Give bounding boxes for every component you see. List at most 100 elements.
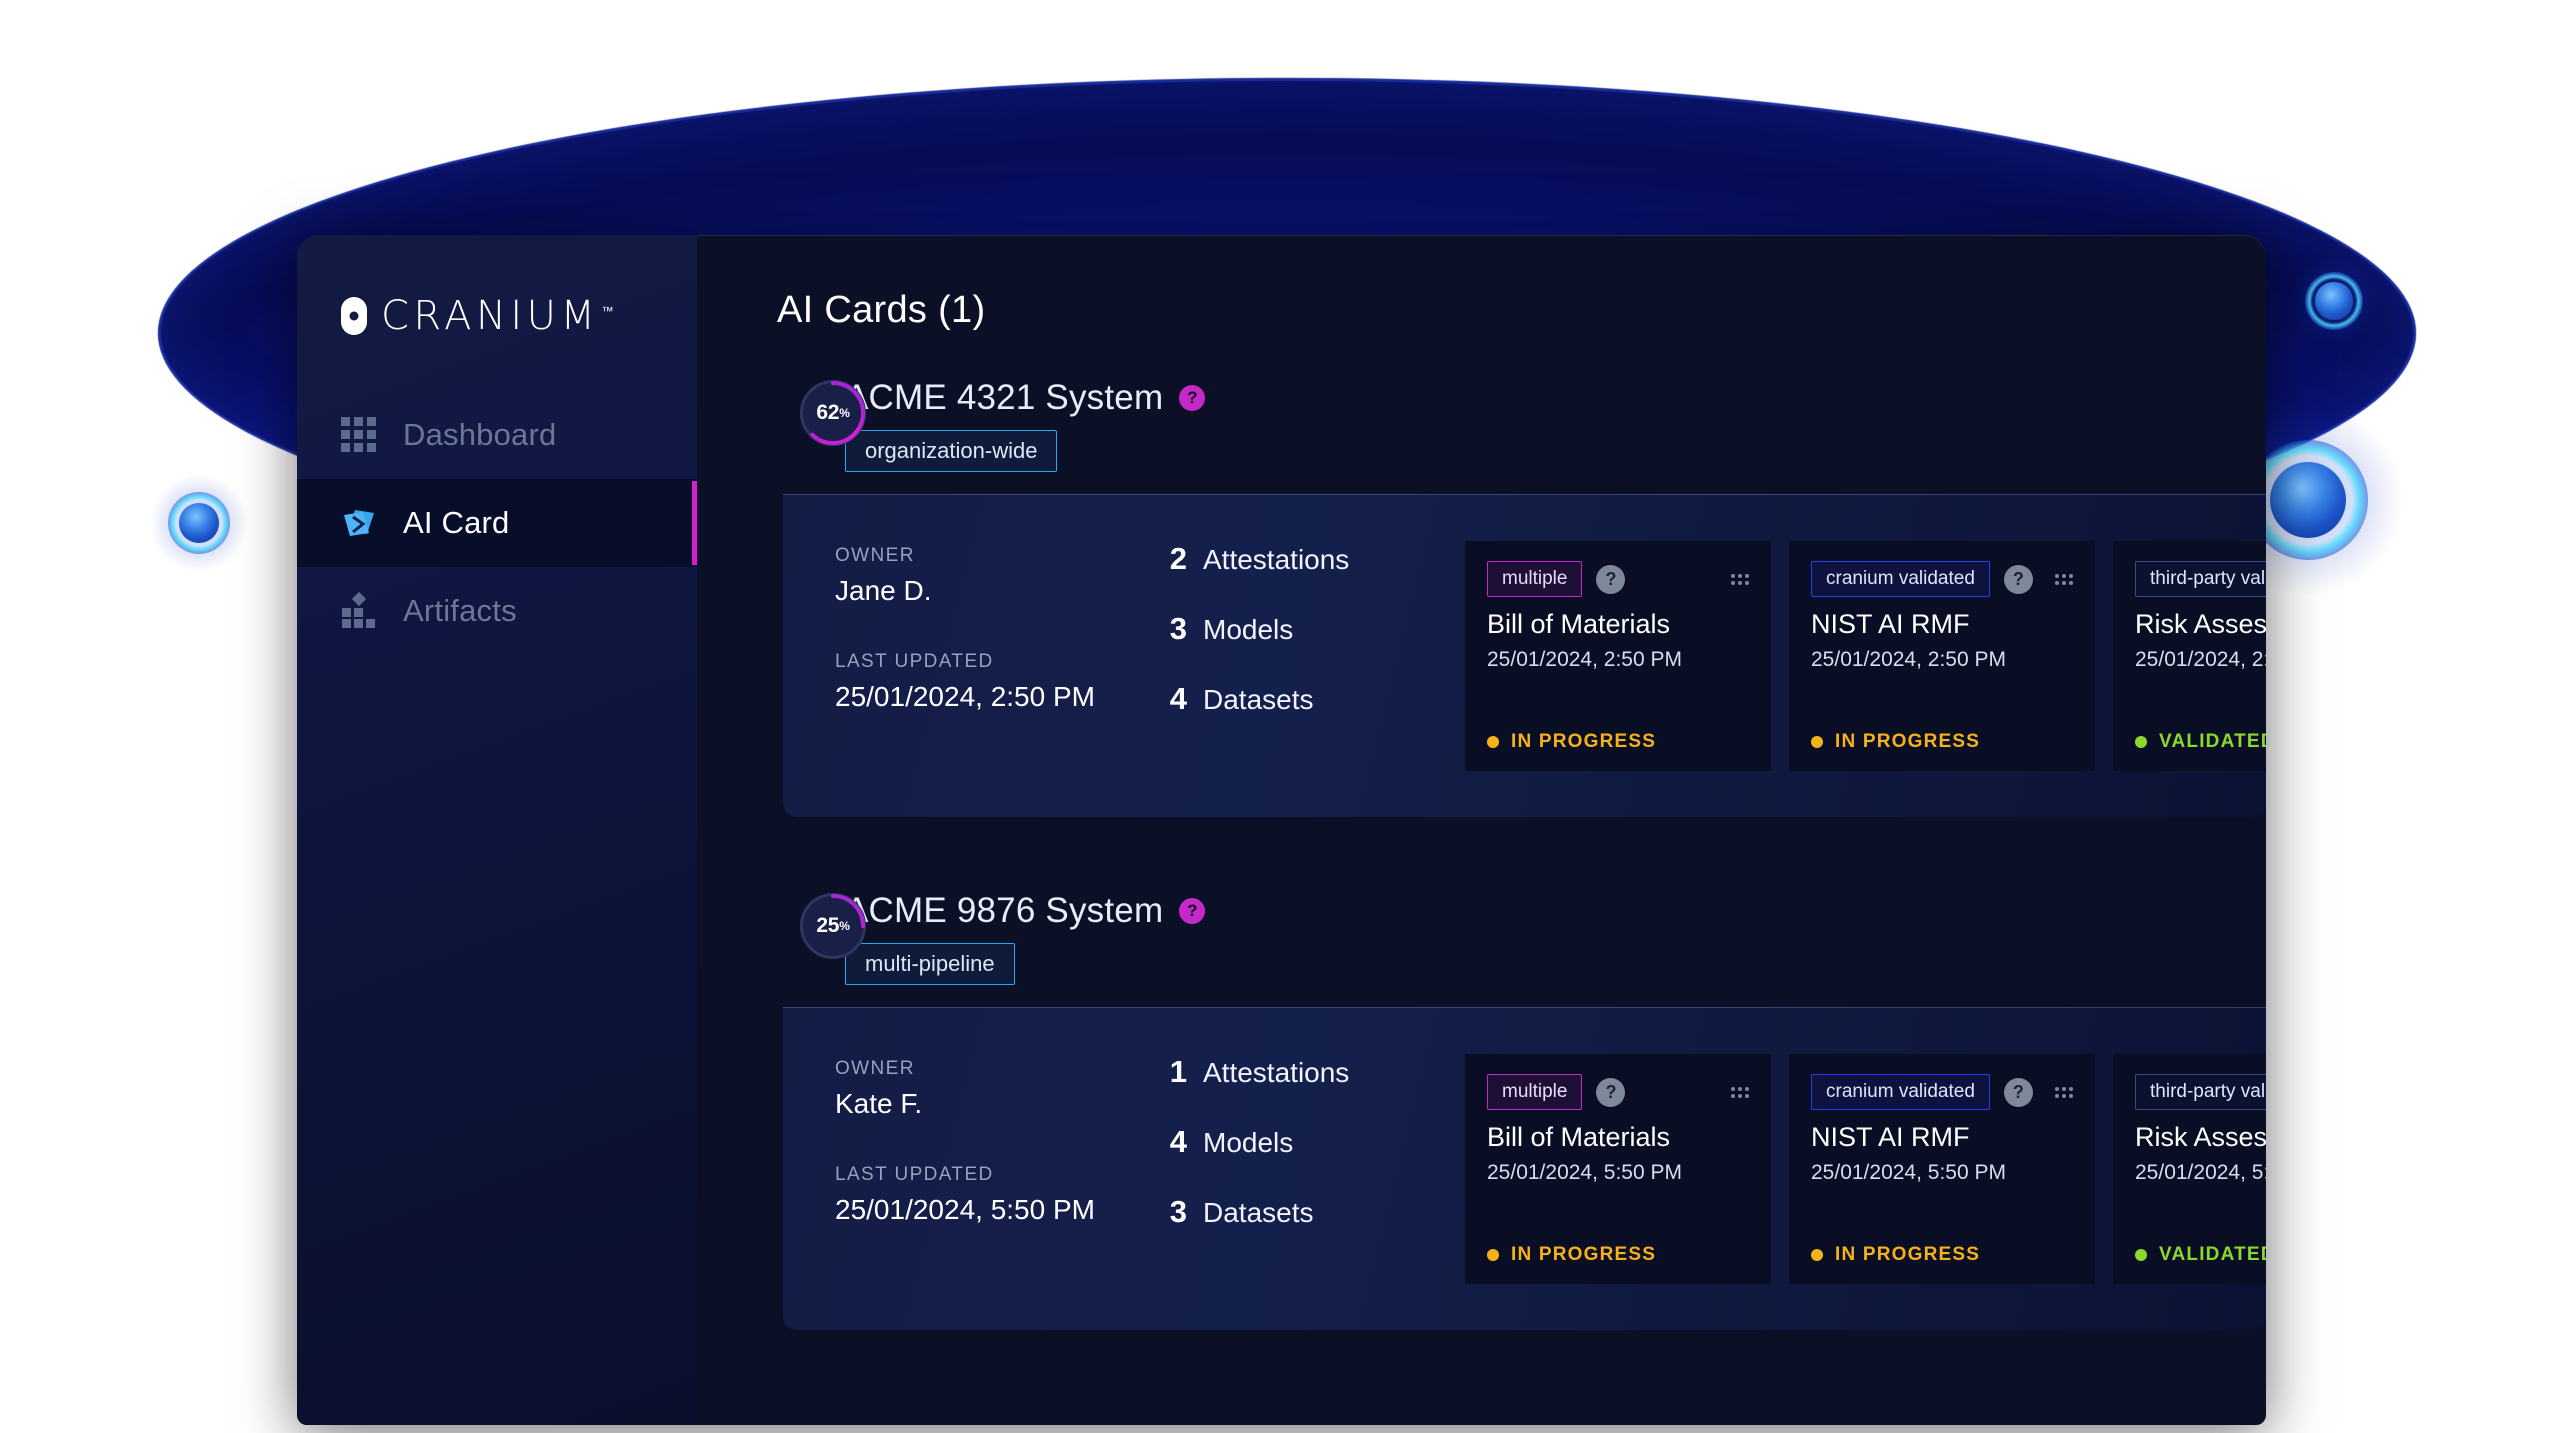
- sidebar-item-label: Artifacts: [403, 593, 517, 628]
- artifact-date: 25/01/2024, 5:50 PM: [2135, 1161, 2266, 1184]
- artifact-date: 25/01/2024, 2:50 PM: [2135, 648, 2266, 671]
- count-row: 4 Datasets: [1165, 681, 1465, 717]
- ai-card-meta: OWNER Kate F. LAST UPDATED 25/01/2024, 5:50…: [835, 1054, 1165, 1284]
- artifact-validation-chip: cranium validated: [1811, 561, 1990, 597]
- artifact-status: IN PROGRESS: [1487, 731, 1749, 753]
- artifact-title: Bill of Materials: [1487, 609, 1671, 639]
- percent-symbol: %: [839, 919, 850, 933]
- artifact-status: IN PROGRESS: [1487, 1244, 1749, 1266]
- sidebar-item-label: AI Card: [403, 505, 510, 540]
- count-row: 1 Attestations: [1165, 1054, 1465, 1090]
- completion-percent-value: 62: [816, 401, 840, 424]
- artifact-date: 25/01/2024, 5:50 PM: [1487, 1161, 1682, 1184]
- drag-handle-icon[interactable]: [1731, 573, 1749, 585]
- ai-card-tag[interactable]: multi-pipeline: [845, 943, 1015, 985]
- help-icon[interactable]: ?: [2003, 564, 2033, 594]
- ai-card-tag[interactable]: organization-wide: [845, 430, 1058, 472]
- sidebar-item-artifacts[interactable]: Artifacts: [297, 567, 697, 655]
- ai-card-header-text: ACME 4321 System? organization-wide: [845, 376, 1206, 472]
- status-text: VALIDATED: [2159, 1244, 2266, 1265]
- artifact-tile[interactable]: multiple? Bill of Materials 25/01/2024, 2:…: [1465, 541, 1771, 771]
- count-label: Models: [1203, 1127, 1294, 1158]
- help-icon[interactable]: ?: [1179, 385, 1206, 411]
- completion-percent-value: 25: [816, 914, 840, 937]
- status-text: IN PROGRESS: [1835, 731, 1981, 752]
- artifact-title: Bill of Materials: [1487, 1122, 1671, 1152]
- count-row: 2 Attestations: [1165, 541, 1465, 577]
- meta-last-updated: LAST UPDATED 25/01/2024, 2:50 PM: [835, 651, 1165, 713]
- count-label: Attestations: [1203, 544, 1350, 575]
- main-content: AI Cards (1) 62% ACME 4321 System? organiz…: [697, 235, 2266, 1425]
- meta-owner-value: Kate F.: [835, 1088, 923, 1119]
- page-title: AI Cards (1): [777, 289, 986, 331]
- count-number: 1: [1169, 1054, 1187, 1089]
- ai-card-body: OWNER Kate F. LAST UPDATED 25/01/2024, 5:50…: [783, 1007, 2266, 1330]
- artifact-title: Risk Assessment: [2135, 609, 2266, 639]
- artifact-validation-chip: multiple: [1487, 561, 1583, 597]
- artifact-status: IN PROGRESS: [1811, 731, 2073, 753]
- sidebar: CRANIUM ™ Dashboard AI Card Artifacts: [297, 235, 697, 1425]
- meta-last-updated: LAST UPDATED 25/01/2024, 5:50 PM: [835, 1164, 1165, 1226]
- screenshot-stage: CRANIUM ™ Dashboard AI Card Artifacts AI…: [0, 0, 2560, 1433]
- artifact-tile[interactable]: cranium validated? NIST AI RMF 25/01/2024,…: [1789, 541, 2095, 771]
- artifact-tiles: multiple? Bill of Materials 25/01/2024, 2:…: [1465, 541, 2266, 771]
- artifact-tiles: multiple? Bill of Materials 25/01/2024, 5:…: [1465, 1054, 2266, 1284]
- meta-last-updated-label: LAST UPDATED: [835, 1164, 994, 1185]
- status-text: VALIDATED: [2159, 731, 2266, 752]
- meta-last-updated-value: 25/01/2024, 2:50 PM: [835, 681, 1095, 712]
- ai-card-counts: 2 Attestations 3 Models 4 Datasets: [1165, 541, 1465, 771]
- help-icon[interactable]: ?: [2003, 1077, 2033, 1107]
- artifact-date: 25/01/2024, 2:50 PM: [1487, 648, 1682, 671]
- meta-owner-label: OWNER: [835, 1058, 915, 1079]
- ai-card-title: ACME 9876 System: [845, 891, 1164, 930]
- completion-percent-label: 25%: [800, 893, 866, 959]
- completion-percent-label: 62%: [800, 380, 866, 446]
- sidebar-item-dashboard[interactable]: Dashboard: [297, 391, 697, 479]
- drag-handle-icon[interactable]: [1731, 1086, 1749, 1098]
- meta-last-updated-value: 25/01/2024, 5:50 PM: [835, 1194, 1095, 1225]
- artifact-tile[interactable]: third-party validated?Risk Assessment25/…: [2113, 541, 2266, 771]
- status-text: IN PROGRESS: [1511, 1244, 1657, 1265]
- artifact-date: 25/01/2024, 5:50 PM: [1811, 1161, 2006, 1184]
- sidebar-item-label: Dashboard: [403, 417, 557, 452]
- artifact-tile[interactable]: cranium validated? NIST AI RMF 25/01/2024,…: [1789, 1054, 2095, 1284]
- sidebar-item-ai-card[interactable]: AI Card: [297, 479, 697, 567]
- meta-owner-label: OWNER: [835, 545, 915, 566]
- meta-owner: OWNER Kate F.: [835, 1058, 1165, 1120]
- artifact-validation-chip: cranium validated: [1811, 1074, 1990, 1110]
- count-row: 3 Datasets: [1165, 1194, 1465, 1230]
- artifact-title: NIST AI RMF: [1811, 1122, 1970, 1152]
- brand-name-text: CRANIUM: [381, 293, 600, 339]
- count-number: 3: [1169, 1194, 1187, 1229]
- brand-logo[interactable]: CRANIUM ™: [297, 285, 697, 347]
- count-number: 3: [1169, 611, 1187, 646]
- ai-card-header-text: ACME 9876 System? multi-pipeline: [845, 889, 1206, 985]
- artifact-tile[interactable]: third-party validated?Risk Assessment25/…: [2113, 1054, 2266, 1284]
- artifact-title: NIST AI RMF: [1811, 609, 1970, 639]
- artifact-tile[interactable]: multiple? Bill of Materials 25/01/2024, 5:…: [1465, 1054, 1771, 1284]
- percent-symbol: %: [839, 406, 850, 420]
- artifact-validation-chip: multiple: [1487, 1074, 1583, 1110]
- meta-last-updated-label: LAST UPDATED: [835, 651, 994, 672]
- ai-card-counts: 1 Attestations 4 Models 3 Datasets: [1165, 1054, 1465, 1284]
- drag-handle-icon[interactable]: [2055, 573, 2073, 585]
- status-dot: [1811, 736, 1823, 748]
- ai-card-title: ACME 4321 System: [845, 378, 1164, 417]
- artifact-validation-chip: third-party validated: [2135, 561, 2266, 597]
- drag-handle-icon[interactable]: [2055, 1086, 2073, 1098]
- status-text: IN PROGRESS: [1835, 1244, 1981, 1265]
- decorative-orb-top-right: [2288, 255, 2380, 347]
- meta-owner: OWNER Jane D.: [835, 545, 1165, 607]
- decorative-orb-left: [150, 474, 248, 572]
- ai-cards-list: 62% ACME 4321 System? organization-wide OWN…: [697, 376, 2266, 1330]
- status-dot: [1487, 1249, 1499, 1261]
- artifact-date: 25/01/2024, 2:50 PM: [1811, 648, 2006, 671]
- help-icon[interactable]: ?: [1596, 1077, 1626, 1107]
- help-icon[interactable]: ?: [1596, 564, 1626, 594]
- count-label: Attestations: [1203, 1057, 1350, 1088]
- completion-ring: 25%: [800, 893, 866, 959]
- dashboard-window: CRANIUM ™ Dashboard AI Card Artifacts AI…: [297, 235, 2266, 1425]
- artifact-status: VALIDATED: [2135, 1244, 2266, 1266]
- count-number: 4: [1169, 681, 1187, 716]
- help-icon[interactable]: ?: [1179, 898, 1206, 924]
